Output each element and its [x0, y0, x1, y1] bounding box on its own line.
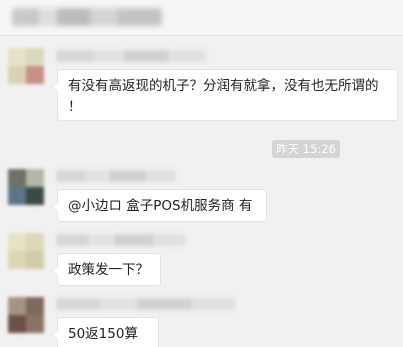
message-bubble[interactable]: 50返150算吗	[52, 317, 159, 347]
message-text: @小边ロ 盒子POS机服务商 有	[68, 198, 253, 214]
sender-name-redacted	[56, 50, 206, 62]
message-text: 50返150算吗	[68, 326, 138, 342]
sender-name-redacted	[56, 170, 176, 182]
avatar[interactable]	[8, 233, 44, 269]
sender-name-redacted	[56, 298, 236, 310]
timestamp: 昨天 15:26	[272, 140, 340, 158]
avatar[interactable]	[8, 169, 44, 205]
message-text-continued: ！	[68, 99, 82, 115]
message-bubble[interactable]: 有没有高返现的机子？分润有就拿，没有也无所谓的 ！	[52, 69, 398, 121]
sender-name-redacted	[56, 234, 186, 246]
message-text: 有没有高返现的机子？分润有就拿，没有也无所谓的	[68, 78, 379, 94]
message-bubble[interactable]: @小边ロ 盒子POS机服务商 有	[52, 189, 267, 222]
message-bubble[interactable]: 政策发一下？	[52, 253, 161, 286]
chat-title-redacted	[12, 8, 162, 26]
avatar[interactable]	[8, 297, 44, 333]
message-text: 政策发一下？	[68, 262, 149, 278]
avatar[interactable]	[8, 48, 44, 84]
chat-header	[0, 0, 403, 36]
